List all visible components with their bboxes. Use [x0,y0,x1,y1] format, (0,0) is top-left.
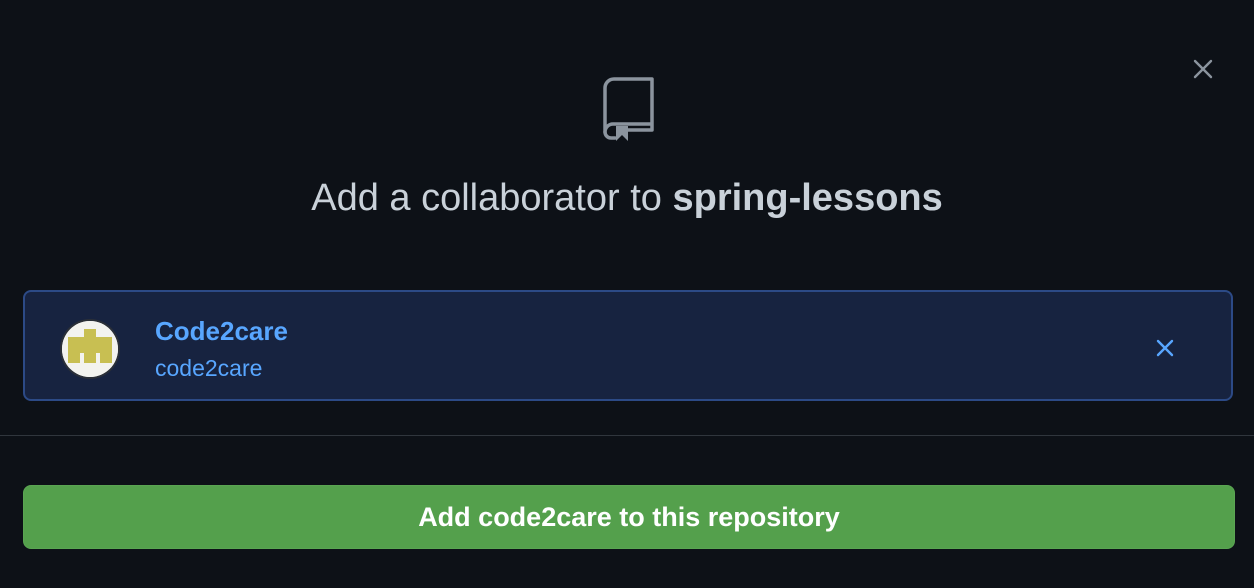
user-login[interactable]: code2care [155,354,262,382]
divider [0,435,1254,436]
selected-user-card: Code2care code2care [23,290,1233,401]
add-collaborator-button[interactable]: Add code2care to this repository [23,485,1235,549]
add-collaborator-dialog: Add a collaborator to spring-lessons Cod… [0,0,1254,588]
identicon-avatar-icon [62,321,118,377]
dialog-title: Add a collaborator to spring-lessons [0,172,1254,224]
user-display-name[interactable]: Code2care [155,315,288,347]
remove-icon [1156,339,1174,357]
title-prefix: Add a collaborator to [311,177,673,219]
remove-user-button[interactable] [1149,332,1181,364]
close-icon [1193,59,1213,79]
close-dialog-button[interactable] [1186,54,1220,84]
repo-name: spring-lessons [672,177,943,219]
user-avatar [62,321,118,377]
repo-icon [603,77,654,141]
